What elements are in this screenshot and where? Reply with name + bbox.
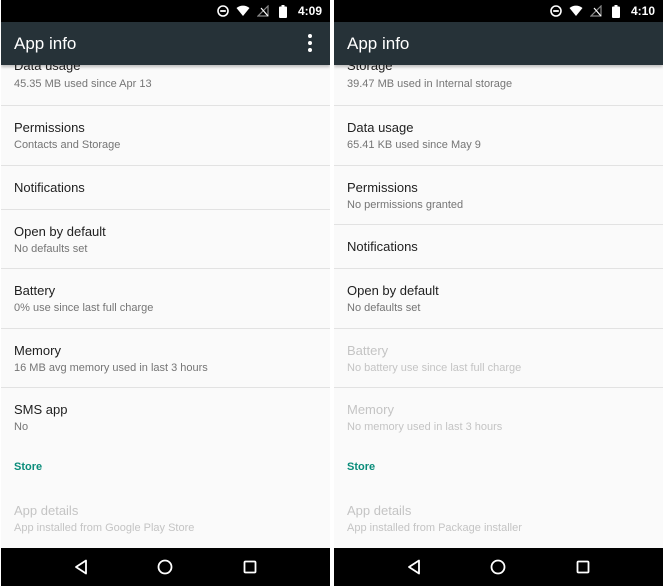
back-icon[interactable] — [71, 557, 91, 577]
section-header-store: Store — [14, 461, 43, 473]
item-title: Open by default — [347, 283, 439, 298]
notifications-item[interactable]: Notifications — [1, 166, 330, 210]
battery-item[interactable]: Battery 0% use since last full charge — [1, 269, 330, 329]
app-details-item[interactable]: App details App installed from Google Pl… — [1, 489, 330, 548]
sms-app-item[interactable]: SMS app No — [1, 388, 330, 448]
navigation-bar — [334, 548, 663, 586]
home-icon[interactable] — [488, 557, 508, 577]
page-title: App info — [14, 33, 77, 53]
item-title: Data usage — [347, 120, 414, 135]
item-title: SMS app — [14, 402, 68, 417]
status-time: 4:09 — [297, 4, 322, 18]
item-title: Data usage — [14, 65, 81, 73]
wifi-icon — [569, 4, 583, 18]
item-title: App details — [347, 503, 412, 518]
battery-item: Battery No battery use since last full c… — [334, 329, 663, 388]
app-details-item[interactable]: App details App installed from Package i… — [334, 489, 663, 548]
no-signal-icon — [589, 4, 603, 18]
item-title: Memory — [347, 402, 394, 417]
item-subtitle: 65.41 KB used since May 9 — [347, 139, 481, 151]
phone-screen-left: 4:09 App info Data usage 45.35 MB used s… — [1, 0, 330, 586]
item-subtitle: App installed from Package installer — [347, 522, 522, 534]
data-usage-item[interactable]: Data usage 65.41 KB used since May 9 — [334, 106, 663, 166]
item-subtitle: No battery use since last full charge — [347, 362, 522, 374]
item-title: Memory — [14, 343, 61, 358]
home-icon[interactable] — [155, 557, 175, 577]
item-subtitle: App installed from Google Play Store — [14, 522, 195, 534]
item-title: Notifications — [14, 180, 85, 195]
item-title: Battery — [14, 283, 56, 298]
settings-list: Storage 39.47 MB used in Internal storag… — [334, 65, 663, 548]
status-time: 4:10 — [630, 4, 655, 18]
settings-list: Data usage 45.35 MB used since Apr 13 Pe… — [1, 65, 330, 548]
battery-icon — [609, 4, 623, 18]
do-not-disturb-icon — [549, 4, 563, 18]
item-subtitle: No memory used in last 3 hours — [347, 421, 503, 433]
open-by-default-item[interactable]: Open by default No defaults set — [334, 269, 663, 329]
permissions-item[interactable]: Permissions No permissions granted — [334, 166, 663, 225]
wifi-icon — [236, 4, 250, 18]
permissions-item[interactable]: Permissions Contacts and Storage — [1, 106, 330, 166]
item-subtitle: No — [14, 421, 29, 433]
no-signal-icon — [256, 4, 270, 18]
item-title: App details — [14, 503, 79, 518]
item-subtitle: Contacts and Storage — [14, 139, 121, 151]
status-bar: 4:09 — [1, 0, 330, 22]
item-title: Storage — [347, 65, 393, 73]
memory-item[interactable]: Memory 16 MB avg memory used in last 3 h… — [1, 329, 330, 388]
item-subtitle: 39.47 MB used in Internal storage — [347, 78, 513, 90]
memory-item: Memory No memory used in last 3 hours — [334, 388, 663, 448]
item-subtitle: 45.35 MB used since Apr 13 — [14, 78, 152, 90]
status-bar: 4:10 — [334, 0, 663, 22]
notifications-item[interactable]: Notifications — [334, 225, 663, 269]
item-title: Open by default — [14, 224, 106, 239]
item-subtitle: No defaults set — [14, 243, 88, 255]
navigation-bar — [1, 548, 330, 586]
item-title: Permissions — [347, 180, 418, 195]
item-title: Notifications — [347, 239, 418, 254]
section-header-store: Store — [347, 461, 376, 473]
item-subtitle: No permissions granted — [347, 199, 464, 211]
item-subtitle: 16 MB avg memory used in last 3 hours — [14, 362, 208, 374]
overflow-menu-icon[interactable] — [298, 31, 322, 55]
data-usage-item[interactable]: Data usage 45.35 MB used since Apr 13 — [1, 65, 330, 106]
phone-screen-right: 4:10 App info Storage 39.47 MB used in I… — [334, 0, 663, 586]
app-bar: App info — [1, 22, 330, 65]
do-not-disturb-icon — [216, 4, 230, 18]
item-subtitle: No defaults set — [347, 302, 421, 314]
item-title: Battery — [347, 343, 389, 358]
battery-icon — [276, 4, 290, 18]
storage-item[interactable]: Storage 39.47 MB used in Internal storag… — [334, 65, 663, 106]
item-title: Permissions — [14, 120, 85, 135]
recents-icon[interactable] — [573, 557, 593, 577]
page-title: App info — [347, 33, 410, 53]
item-subtitle: 0% use since last full charge — [14, 302, 154, 314]
back-icon[interactable] — [404, 557, 424, 577]
recents-icon[interactable] — [240, 557, 260, 577]
open-by-default-item[interactable]: Open by default No defaults set — [1, 210, 330, 269]
app-bar: App info — [334, 22, 663, 65]
